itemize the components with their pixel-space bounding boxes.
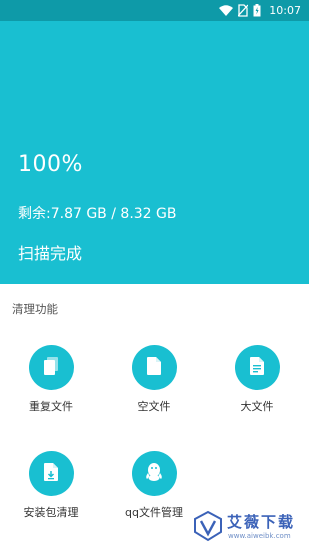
watermark-logo-icon xyxy=(193,510,223,546)
feature-label: 空文件 xyxy=(137,400,171,413)
feature-qq-files[interactable]: qq文件管理 xyxy=(109,451,199,520)
watermark-title: 艾薇下载 xyxy=(227,513,296,531)
scan-percent: 100% xyxy=(18,152,83,177)
section-title: 清理功能 xyxy=(12,302,58,316)
duplicate-files-icon xyxy=(42,356,60,380)
feature-apk-cleanup[interactable]: 安装包清理 xyxy=(6,451,96,520)
wifi-icon xyxy=(219,5,234,16)
scan-summary-panel: 100% 剩余:7.87 GB / 8.32 GB 扫描完成 xyxy=(0,21,309,284)
feature-label: qq文件管理 xyxy=(125,506,183,519)
status-icons: 10:07 xyxy=(219,2,301,19)
feature-empty-file[interactable]: 空文件 xyxy=(109,345,199,414)
qq-icon xyxy=(145,462,163,486)
status-bar: 10:07 xyxy=(0,0,309,21)
feature-label: 安装包清理 xyxy=(23,506,79,519)
clock: 10:07 xyxy=(269,4,301,17)
feature-large-file[interactable]: 大文件 xyxy=(212,345,302,414)
scan-status: 扫描完成 xyxy=(18,244,83,263)
feature-label: 大文件 xyxy=(240,400,274,413)
feature-duplicate-files[interactable]: 重复文件 xyxy=(6,345,96,414)
no-sim-icon xyxy=(238,4,249,17)
apk-file-icon xyxy=(44,462,58,485)
watermark: 艾薇下载 www.aiweibk.com xyxy=(193,510,303,546)
large-file-icon xyxy=(250,356,264,379)
empty-file-icon xyxy=(147,356,161,379)
watermark-url: www.aiweibk.com xyxy=(228,532,291,540)
battery-icon xyxy=(253,4,261,17)
feature-label: 重复文件 xyxy=(29,400,73,413)
storage-remaining: 剩余:7.87 GB / 8.32 GB xyxy=(18,206,177,222)
